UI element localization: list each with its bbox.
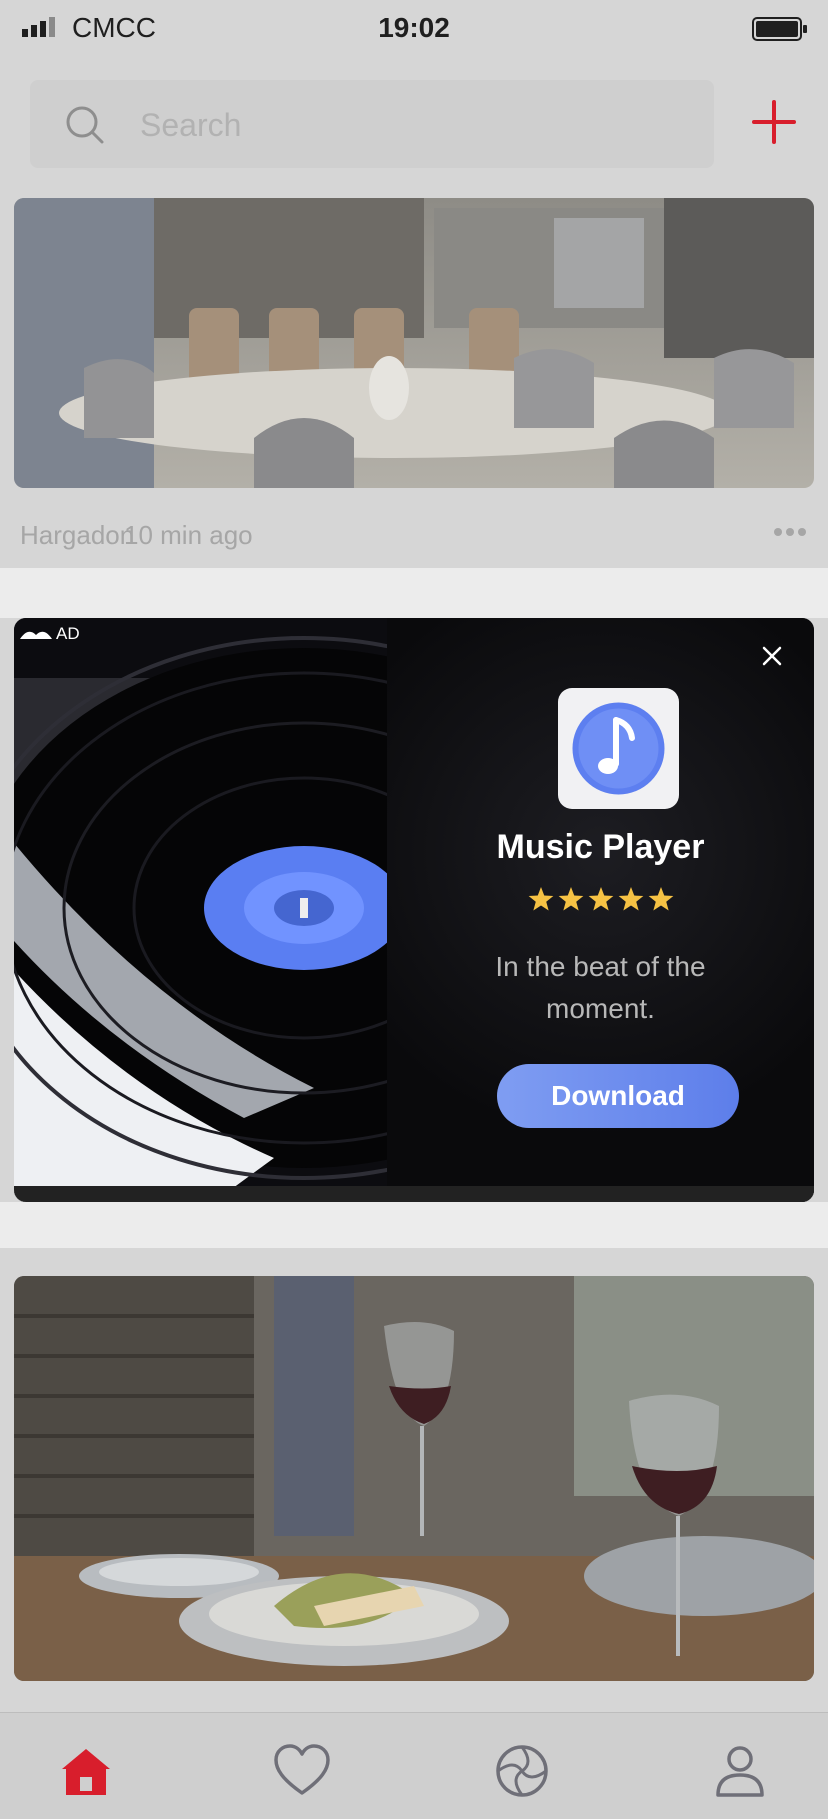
ad-badge: AD [20, 624, 80, 644]
add-button[interactable] [746, 94, 802, 150]
clock: 19:02 [378, 12, 450, 43]
heart-icon[interactable] [272, 1741, 332, 1801]
app-icon[interactable] [558, 688, 679, 809]
post-author[interactable]: Hargadon [20, 520, 134, 551]
feed-separator [0, 568, 828, 618]
battery-icon [752, 17, 807, 41]
ad-progress-bar [14, 1186, 814, 1202]
star-icon [618, 887, 643, 911]
wine-dinner-photo[interactable] [14, 1276, 814, 1681]
search-header [0, 60, 828, 195]
ad-choices-icon [20, 631, 52, 639]
search-icon [66, 106, 104, 144]
close-icon[interactable] [758, 642, 786, 670]
app-name: Music Player [496, 828, 705, 866]
feed-post [0, 1248, 828, 1708]
post-timestamp: 10 min ago [124, 520, 253, 550]
more-options-icon[interactable] [772, 526, 808, 538]
vinyl-record-photo [14, 618, 646, 1202]
download-button[interactable]: Download [497, 1064, 739, 1128]
ad-tagline: In the beat of the moment. [495, 951, 706, 1024]
aperture-icon[interactable] [492, 1741, 552, 1801]
tab-bar [0, 1712, 828, 1819]
ad-badge-label: AD [56, 624, 80, 643]
ad-info-panel: Music Player In the beat of the moment. … [387, 618, 814, 1202]
status-bar: CMCC 19:02 [0, 0, 828, 60]
search-box[interactable] [30, 80, 714, 168]
search-input[interactable] [138, 102, 682, 148]
rating-stars [387, 886, 814, 919]
star-icon [648, 887, 673, 911]
star-icon [558, 887, 583, 911]
feed-post: Hargadon 10 min ago [0, 194, 828, 568]
ad-card[interactable]: AD Music Player In the beat of the momen… [14, 618, 814, 1202]
feed-separator [0, 1202, 828, 1248]
star-icon [588, 887, 613, 911]
star-icon [528, 887, 553, 911]
home-icon[interactable] [56, 1741, 116, 1801]
restaurant-interior-photo[interactable] [14, 198, 814, 488]
user-icon[interactable] [710, 1741, 770, 1801]
